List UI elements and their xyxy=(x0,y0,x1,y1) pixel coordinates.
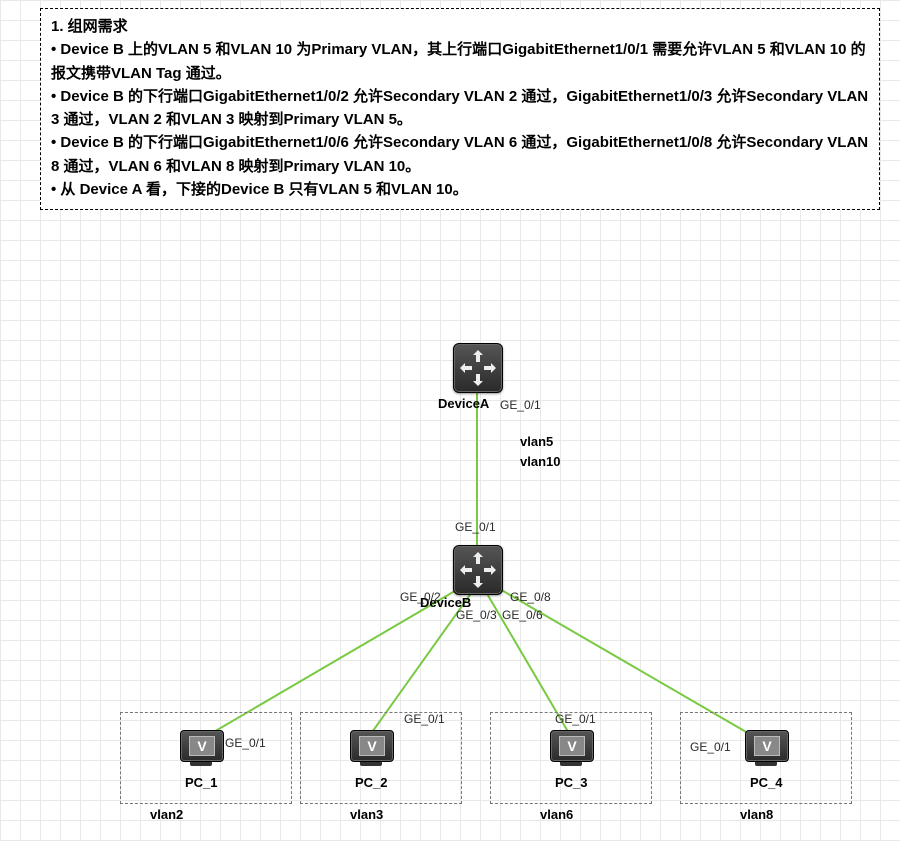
device-a-label: DeviceA xyxy=(438,396,489,411)
note-line-3: • Device B 的下行端口GigabitEthernet1/0/2 允许S… xyxy=(51,85,869,132)
device-a-port-down: GE_0/1 xyxy=(500,398,541,412)
pc2-port: GE_0/1 xyxy=(404,712,445,726)
note-line-5: • 从 Device A 看，下接的Device B 只有VLAN 5 和VLA… xyxy=(51,178,869,201)
pc1-port: GE_0/1 xyxy=(225,736,266,750)
device-b-port-03: GE_0/3 xyxy=(456,608,497,622)
pc2-icon[interactable]: V xyxy=(350,730,392,768)
pc3-label: PC_3 xyxy=(555,775,588,790)
pc3-icon[interactable]: V xyxy=(550,730,592,768)
pc4-port: GE_0/1 xyxy=(690,740,731,754)
device-b-port-08: GE_0/8 xyxy=(510,590,551,604)
pc3-port: GE_0/1 xyxy=(555,712,596,726)
device-b-port-02: GE_0/2 xyxy=(400,590,441,604)
device-a-router-icon[interactable] xyxy=(453,343,503,393)
device-b-router-icon[interactable] xyxy=(453,545,503,595)
note-line-1: 1. 组网需求 xyxy=(51,15,869,38)
pc2-vlan: vlan3 xyxy=(350,807,383,822)
requirements-note: 1. 组网需求 • Device B 上的VLAN 5 和VLAN 10 为Pr… xyxy=(40,8,880,210)
pc1-icon[interactable]: V xyxy=(180,730,222,768)
pc3-vlan: vlan6 xyxy=(540,807,573,822)
device-b-port-up: GE_0/1 xyxy=(455,520,496,534)
diagram-canvas: 1. 组网需求 • Device B 上的VLAN 5 和VLAN 10 为Pr… xyxy=(0,0,900,841)
pc4-vlan: vlan8 xyxy=(740,807,773,822)
note-line-2: • Device B 上的VLAN 5 和VLAN 10 为Primary VL… xyxy=(51,38,869,85)
pc1-label: PC_1 xyxy=(185,775,218,790)
pc4-label: PC_4 xyxy=(750,775,783,790)
device-b-port-06: GE_0/6 xyxy=(502,608,543,622)
note-line-4: • Device B 的下行端口GigabitEthernet1/0/6 允许S… xyxy=(51,131,869,178)
trunk-vlan10-label: vlan10 xyxy=(520,454,560,469)
pc4-icon[interactable]: V xyxy=(745,730,787,768)
trunk-vlan5-label: vlan5 xyxy=(520,434,553,449)
pc1-vlan: vlan2 xyxy=(150,807,183,822)
pc2-label: PC_2 xyxy=(355,775,388,790)
